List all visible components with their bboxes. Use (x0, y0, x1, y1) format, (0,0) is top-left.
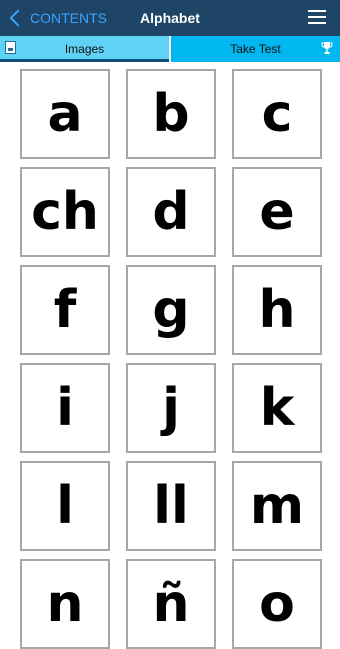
letter-card[interactable]: j (126, 363, 216, 453)
tab-take-test-label: Take Test (230, 42, 281, 56)
tab-images[interactable]: Images (0, 36, 169, 62)
trophy-icon (321, 42, 333, 54)
letter-card[interactable]: b (126, 69, 216, 159)
image-icon (5, 41, 16, 54)
tab-bar: Images Take Test (0, 36, 340, 62)
letter-card[interactable]: m (232, 461, 322, 551)
back-button-label: CONTENTS (30, 10, 107, 26)
letter-card[interactable]: l (20, 461, 110, 551)
letter-card[interactable]: n (20, 559, 110, 649)
letter-card[interactable]: h (232, 265, 322, 355)
letter-card[interactable]: g (126, 265, 216, 355)
letter-card[interactable]: k (232, 363, 322, 453)
letter-card[interactable]: ñ (126, 559, 216, 649)
letter-card[interactable]: a (20, 69, 110, 159)
letter-card[interactable]: o (232, 559, 322, 649)
letter-grid: a b c ch d e f g h i j k l ll m n ñ o (20, 69, 324, 649)
chevron-left-icon (9, 9, 27, 27)
tab-take-test[interactable]: Take Test (171, 36, 340, 62)
letter-card[interactable]: d (126, 167, 216, 257)
tab-images-label: Images (64, 42, 105, 56)
letter-card[interactable]: i (20, 363, 110, 453)
nav-bar: CONTENTS Alphabet (0, 0, 340, 36)
letter-card[interactable]: f (20, 265, 110, 355)
letter-card[interactable]: ch (20, 167, 110, 257)
hamburger-menu-icon[interactable] (308, 10, 326, 26)
letter-card[interactable]: ll (126, 461, 216, 551)
back-button[interactable]: CONTENTS (8, 0, 107, 36)
letter-card[interactable]: c (232, 69, 322, 159)
letter-card[interactable]: e (232, 167, 322, 257)
